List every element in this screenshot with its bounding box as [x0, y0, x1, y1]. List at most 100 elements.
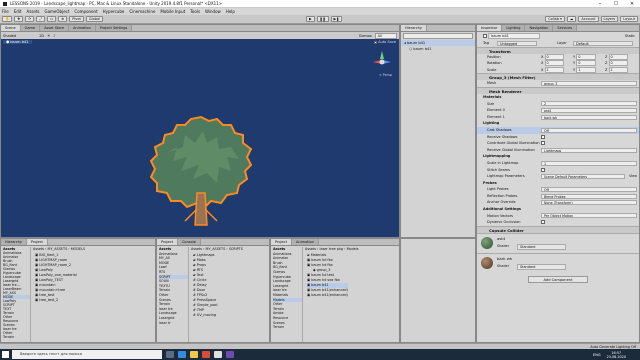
tab-scene[interactable]: Scene — [1, 25, 21, 31]
list-item[interactable]: ▣ baum b41(enhanced) — [307, 293, 348, 298]
gizmos-dropdown[interactable]: Gizmos — [359, 34, 372, 38]
layout-dropdown[interactable]: Layout — [620, 16, 638, 22]
menu-cinemachine[interactable]: Cinemachine — [129, 9, 155, 14]
menu-window[interactable]: Window — [205, 9, 221, 14]
explorer-icon[interactable] — [190, 351, 198, 358]
hierarchy-search[interactable] — [403, 33, 473, 39]
view-button[interactable]: View — [629, 173, 637, 180]
scale-tool-button[interactable]: ⤢ — [36, 16, 46, 22]
menu-mobile-input[interactable]: Mobile Input — [160, 9, 185, 14]
tab-animation[interactable]: Animation — [291, 239, 319, 245]
task-view-icon[interactable] — [166, 351, 174, 358]
transform-tool-button[interactable]: ⊕ — [58, 16, 68, 22]
tab-services[interactable]: Services — [553, 25, 578, 31]
dynamic-occlusion-checkbox[interactable] — [541, 220, 545, 225]
reflection-probes-dropdown[interactable]: Blend Probes — [541, 193, 637, 199]
shading-dropdown[interactable]: Shaded — [3, 34, 16, 38]
clock[interactable]: 16:57 23.08.2020 — [607, 351, 626, 359]
menu-gameobject[interactable]: GameObject — [44, 9, 69, 14]
pos-z-field[interactable]: 0 — [608, 53, 628, 60]
tab-animation[interactable]: Animation — [69, 25, 96, 31]
mesh-field[interactable]: group_3 — [541, 81, 637, 87]
tab-inspector[interactable]: Inspector — [477, 25, 503, 31]
unity-icon[interactable] — [214, 351, 222, 358]
cast-shadows-dropdown[interactable]: Off — [541, 127, 637, 133]
tab-project-settings[interactable]: Project Settings — [95, 25, 133, 31]
auto-save-toggle[interactable]: Auto Save — [374, 40, 396, 44]
pos-y-field[interactable]: 0 — [576, 53, 596, 60]
list-item[interactable]: ▣ tree_test_2 — [35, 298, 77, 303]
tree-model[interactable] — [147, 113, 255, 231]
pause-button[interactable]: ❚❚ — [316, 16, 329, 22]
2d-toggle[interactable]: 2D — [39, 34, 44, 38]
motion-vectors-dropdown[interactable]: Per Object Motion — [541, 213, 637, 219]
active-checkbox[interactable] — [483, 34, 487, 38]
audio-toggle-icon[interactable]: ♪ — [53, 34, 55, 38]
menu-file[interactable]: File — [2, 9, 9, 14]
lightmap-params-dropdown[interactable]: Scene Default Parameters — [541, 173, 625, 179]
rect-tool-button[interactable]: ▭ — [47, 16, 57, 22]
object-name[interactable]: baum b41 — [488, 33, 540, 39]
material-element-1[interactable]: bark wh — [541, 114, 637, 120]
tab-project[interactable]: Project — [271, 239, 292, 245]
minimize-button[interactable]: – — [592, 0, 608, 8]
rotate-tool-button[interactable]: ⟳ — [25, 16, 35, 22]
pivot-toggle[interactable]: Pivot — [69, 16, 84, 22]
folder-item[interactable]: Terrain — [273, 325, 302, 330]
contribute-gi-checkbox[interactable] — [541, 141, 545, 146]
material-element-0[interactable]: ast4 — [541, 107, 637, 113]
light-probes-dropdown[interactable]: Off — [541, 187, 637, 193]
tab-project[interactable]: Project — [26, 239, 48, 245]
tab-project[interactable]: Project — [157, 239, 178, 245]
language-indicator[interactable]: ENG — [593, 353, 601, 357]
menu-edit[interactable]: Edit — [14, 9, 22, 14]
tab-game[interactable]: Game — [20, 25, 41, 31]
mesh-renderer-header[interactable]: Mesh Renderer — [477, 86, 639, 94]
scale-x-field[interactable]: 1 — [544, 66, 564, 73]
global-toggle[interactable]: Global — [85, 16, 104, 22]
tag-dropdown[interactable]: Untagged — [497, 40, 537, 46]
taskbar-search[interactable]: Введите здесь текст для поиска — [12, 350, 162, 359]
chrome-icon[interactable] — [202, 351, 210, 358]
account-dropdown[interactable]: Account — [578, 16, 599, 22]
menu-help[interactable]: Help — [226, 9, 235, 14]
menu-component[interactable]: Component — [74, 9, 97, 14]
anchor-override-field[interactable]: None (Transform) — [541, 200, 637, 206]
rot-x-field[interactable]: 0 — [544, 60, 564, 67]
app-icon[interactable] — [226, 351, 234, 358]
tab-asset-store[interactable]: Asset Store — [40, 25, 70, 31]
scene-gizmo[interactable] — [371, 49, 393, 73]
maximize-button[interactable]: ☐ — [608, 0, 624, 8]
hierarchy-item[interactable]: ⬡ baum b41 — [401, 46, 475, 52]
layer-dropdown[interactable]: Default — [573, 40, 633, 46]
scene-search[interactable]: All — [374, 32, 397, 39]
folder-item[interactable]: laser tr — [159, 321, 188, 326]
mesh-filter-header[interactable]: Group_3 (Mesh Filter) — [477, 73, 639, 81]
folder-item[interactable]: Terrain — [3, 335, 30, 339]
close-button[interactable]: ✕ — [624, 0, 640, 8]
layers-dropdown[interactable]: Layers — [600, 16, 619, 22]
capsule-collider-header[interactable]: Capsule Collider — [477, 225, 639, 233]
collab-dropdown[interactable]: Collab ▾ — [545, 16, 565, 22]
receive-gi-dropdown[interactable]: Lightmaps — [541, 147, 637, 153]
scene-viewport[interactable]: ⬢ baum b41 Auto Save < Persp — [1, 39, 399, 237]
cloud-icon[interactable]: ☁ — [566, 16, 577, 22]
scale-y-field[interactable]: 1 — [576, 66, 596, 73]
menu-tools[interactable]: Tools — [190, 9, 200, 14]
stitch-seams-checkbox[interactable] — [541, 167, 545, 172]
hand-tool-button[interactable]: ✋ — [2, 16, 13, 22]
transform-header[interactable]: Transform — [477, 46, 639, 54]
add-component-button[interactable]: Add Component — [528, 275, 588, 283]
static-toggle[interactable]: Static — [625, 32, 635, 40]
tab-navigation[interactable]: Navigation — [525, 25, 554, 31]
menu-hypercube[interactable]: Hypercube — [103, 9, 125, 14]
material-preview-ast4[interactable]: ast4 Shader Standard — [477, 232, 639, 253]
scale-z-field[interactable]: 1 — [608, 66, 628, 73]
receive-shadows-checkbox[interactable] — [541, 134, 545, 139]
rot-y-field[interactable]: 0 — [576, 60, 596, 67]
move-tool-button[interactable]: ✥ — [14, 16, 24, 22]
tab-hierarchy[interactable]: Hierarchy — [401, 25, 427, 31]
pos-x-field[interactable]: 0 — [544, 53, 564, 60]
shader-dropdown[interactable]: Standard — [517, 263, 567, 270]
materials-size-field[interactable]: 2 — [541, 101, 637, 107]
